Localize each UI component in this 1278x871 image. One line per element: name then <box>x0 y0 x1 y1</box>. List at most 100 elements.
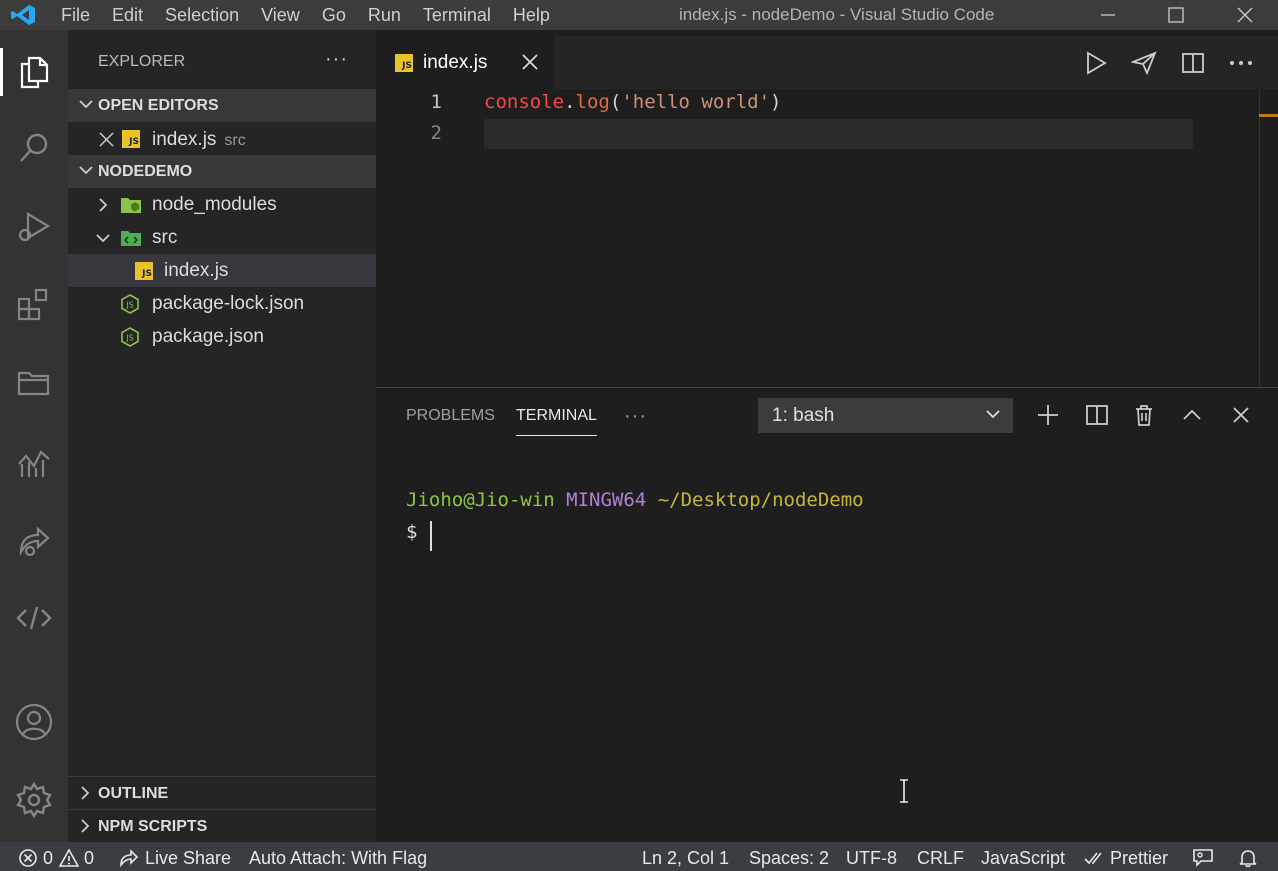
terminal-cursor <box>430 521 432 551</box>
feedback-button[interactable] <box>1192 842 1214 871</box>
npm-scripts-header[interactable]: NPM SCRIPTS <box>68 809 376 842</box>
account-icon <box>15 703 53 741</box>
eol-status[interactable]: CRLF <box>917 842 964 871</box>
tree-item-index-js[interactable]: JS index.js <box>68 254 376 287</box>
send-button[interactable] <box>1128 48 1160 78</box>
editor-more-button[interactable] <box>1225 48 1257 78</box>
run-debug-activity[interactable] <box>0 196 68 256</box>
open-editors-header[interactable]: OPEN EDITORS <box>68 89 376 122</box>
tree-item-package-lock[interactable]: JS package-lock.json <box>68 287 376 320</box>
tree-item-label: package.json <box>152 326 264 347</box>
js-file-icon: JS <box>135 262 153 280</box>
menu-file[interactable]: File <box>50 0 101 30</box>
menu-run[interactable]: Run <box>357 0 412 30</box>
open-editor-item[interactable]: JS index.js src <box>68 123 376 156</box>
warning-icon <box>59 848 80 867</box>
menu-edit[interactable]: Edit <box>101 0 154 30</box>
cursor-position-status[interactable]: Ln 2, Col 1 <box>642 842 729 871</box>
sidebar-more-button[interactable]: ··· <box>325 48 348 71</box>
menu-terminal[interactable]: Terminal <box>412 0 502 30</box>
live-share-label: Live Share <box>145 848 232 868</box>
menu-view[interactable]: View <box>250 0 311 30</box>
close-window-button[interactable] <box>1222 0 1268 30</box>
auto-attach-status[interactable]: Auto Attach: With Flag <box>249 842 427 871</box>
live-share-status[interactable]: Live Share <box>119 842 231 871</box>
outline-header[interactable]: OUTLINE <box>68 776 376 809</box>
code-line-1: console.log('hello world') <box>484 91 782 113</box>
maximize-panel-button[interactable] <box>1177 400 1207 430</box>
terminal-select[interactable]: 1: bash <box>758 398 1013 433</box>
tree-item-node-modules[interactable]: node_modules <box>68 188 376 221</box>
problems-status[interactable]: 0 0 <box>18 842 94 871</box>
tree-item-package-json[interactable]: JS package.json <box>68 320 376 353</box>
language-status[interactable]: JavaScript <box>981 842 1065 871</box>
close-icon[interactable] <box>520 52 540 72</box>
terminal-input-line[interactable]: $ <box>406 521 417 543</box>
menu-selection[interactable]: Selection <box>154 0 250 30</box>
close-icon[interactable] <box>99 132 114 147</box>
nodejs-file-icon: JS <box>121 327 139 347</box>
split-terminal-icon <box>1086 405 1108 425</box>
analytics-icon <box>18 450 50 477</box>
cursor-marker <box>1259 114 1278 117</box>
chevron-down-icon <box>96 234 110 243</box>
menu-help[interactable]: Help <box>502 0 561 30</box>
open-editor-filename: index.js src <box>152 129 246 150</box>
chevron-right-icon <box>81 786 90 800</box>
js-file-icon: JS <box>122 130 140 148</box>
split-terminal-button[interactable] <box>1082 400 1112 430</box>
sidebar-title: EXPLORER <box>98 53 186 70</box>
explorer-activity[interactable] <box>0 42 68 102</box>
panel-more-button[interactable]: ··· <box>624 388 647 444</box>
maximize-button[interactable] <box>1153 0 1199 30</box>
chevron-down-icon <box>79 100 93 109</box>
tree-item-src[interactable]: src <box>68 221 376 254</box>
svg-text:JS: JS <box>125 334 133 343</box>
notifications-button[interactable] <box>1238 842 1258 871</box>
gear-icon <box>16 781 52 819</box>
new-terminal-button[interactable] <box>1033 400 1063 430</box>
tab-index-js[interactable]: JS index.js <box>376 36 554 89</box>
live-share-activity[interactable] <box>0 510 68 570</box>
tab-problems[interactable]: PROBLEMS <box>406 388 495 444</box>
indentation-status[interactable]: Spaces: 2 <box>749 842 829 871</box>
npm-scripts-label: NPM SCRIPTS <box>98 818 208 835</box>
project-label: NODEDEMO <box>98 163 193 180</box>
plus-icon <box>1038 405 1058 425</box>
kill-terminal-button[interactable] <box>1129 400 1159 430</box>
minimize-button[interactable] <box>1085 0 1131 30</box>
tab-terminal[interactable]: TERMINAL <box>516 388 597 444</box>
node-folder-icon <box>121 198 141 213</box>
close-panel-button[interactable] <box>1226 400 1256 430</box>
code-activity[interactable] <box>0 588 68 648</box>
split-editor-button[interactable] <box>1177 48 1209 78</box>
manage-activity[interactable] <box>0 770 68 830</box>
analytics-activity[interactable] <box>0 432 68 492</box>
code-icon <box>16 606 52 630</box>
feedback-icon <box>1193 849 1213 867</box>
outline-label: OUTLINE <box>98 785 169 802</box>
tab-label: index.js <box>423 52 488 73</box>
search-activity[interactable] <box>0 118 68 178</box>
tree-item-label: package-lock.json <box>152 293 305 314</box>
folder-icon <box>17 371 50 396</box>
folder-activity[interactable] <box>0 352 68 412</box>
explorer-sidebar: EXPLORER ··· OPEN EDITORS JS index.js src… <box>68 30 376 842</box>
files-icon <box>20 56 49 89</box>
prettier-status[interactable]: Prettier <box>1084 842 1168 871</box>
menu-go[interactable]: Go <box>311 0 357 30</box>
prettier-label: Prettier <box>1110 848 1169 868</box>
project-header[interactable]: NODEDEMO <box>68 155 376 188</box>
terminal-prompt-line: Jioho@Jio-win MINGW64 ~/Desktop/nodeDemo <box>406 489 864 511</box>
code-editor[interactable]: 1 2 console.log('hello world') <box>376 89 1278 387</box>
run-code-button[interactable] <box>1080 48 1112 78</box>
extensions-activity[interactable] <box>0 274 68 334</box>
overview-ruler <box>1259 89 1260 387</box>
accounts-activity[interactable] <box>0 692 68 752</box>
editor-tab-bar: JS index.js <box>376 36 1278 89</box>
search-icon <box>20 133 48 162</box>
send-icon <box>1131 51 1157 75</box>
vscode-logo-icon <box>11 5 35 25</box>
line-number: 1 <box>430 91 442 113</box>
encoding-status[interactable]: UTF-8 <box>846 842 897 871</box>
